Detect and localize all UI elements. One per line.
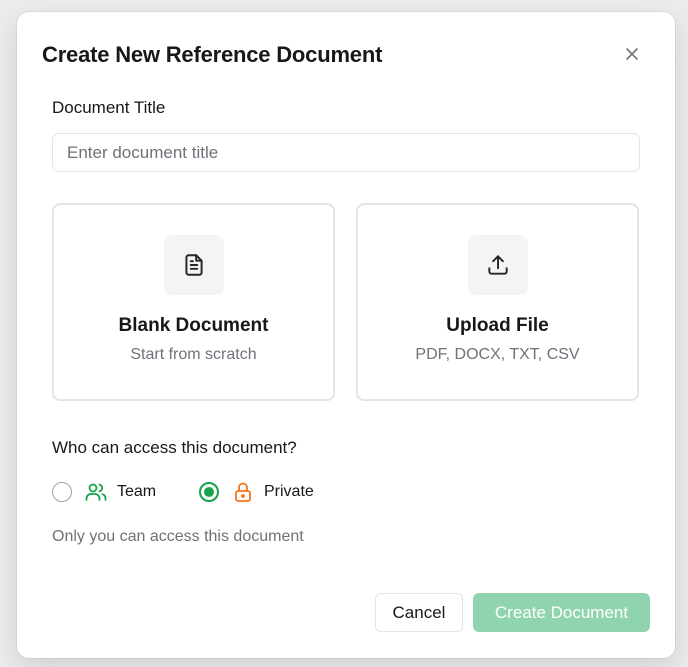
- blank-document-title: Blank Document: [118, 315, 269, 336]
- blank-document-subtitle: Start from scratch: [130, 346, 257, 363]
- document-title-label: Document Title: [52, 98, 166, 117]
- private-label: Private: [264, 483, 314, 500]
- users-icon: [84, 480, 108, 504]
- upload-file-option[interactable]: Upload File PDF, DOCX, TXT, CSV: [356, 203, 639, 401]
- team-radio[interactable]: [52, 482, 72, 502]
- lock-icon: [231, 480, 255, 504]
- access-option-private[interactable]: Private: [199, 480, 314, 504]
- dialog-title: Create New Reference Document: [42, 42, 383, 67]
- access-label: Who can access this document?: [52, 438, 297, 457]
- private-radio[interactable]: [199, 482, 219, 502]
- close-icon: [626, 48, 638, 60]
- create-document-button[interactable]: Create Document: [473, 593, 650, 632]
- blank-document-option[interactable]: Blank Document Start from scratch: [52, 203, 335, 401]
- cancel-button[interactable]: Cancel: [375, 593, 463, 632]
- access-option-team[interactable]: Team: [52, 480, 156, 504]
- upload-icon: [467, 235, 528, 295]
- create-document-dialog: Create New Reference Document Document T…: [17, 12, 675, 658]
- team-label: Team: [117, 483, 157, 500]
- document-icon: [163, 235, 224, 295]
- document-title-input[interactable]: [52, 133, 640, 172]
- upload-file-title: Upload File: [446, 315, 549, 336]
- access-helper-text: Only you can access this document: [52, 528, 304, 545]
- upload-file-subtitle: PDF, DOCX, TXT, CSV: [415, 346, 580, 363]
- close-button[interactable]: [623, 45, 641, 63]
